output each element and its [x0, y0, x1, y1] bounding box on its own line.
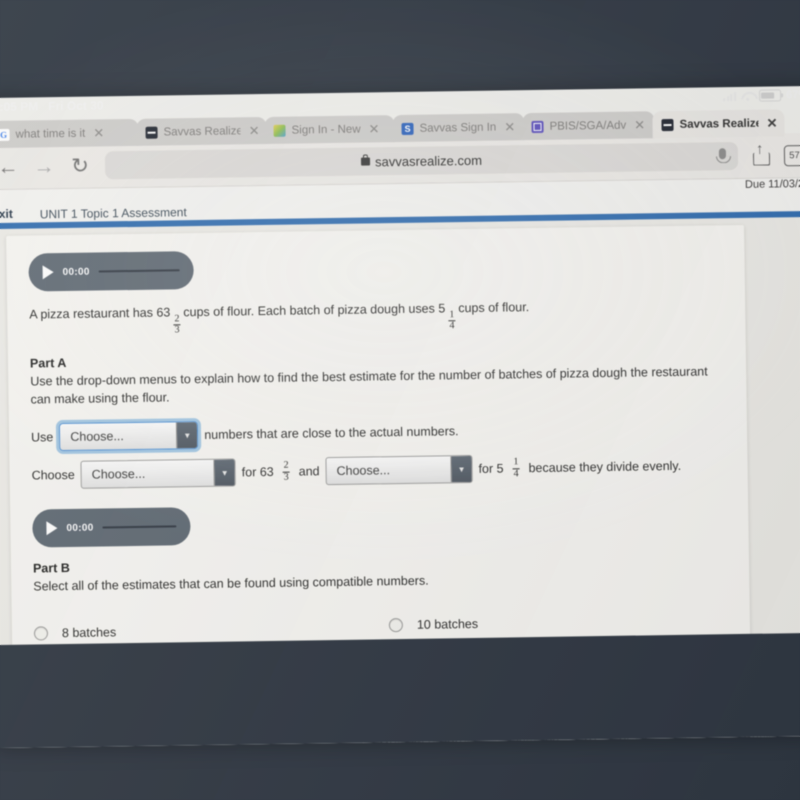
battery-icon	[758, 89, 782, 102]
question-card: 00:00 A pizza restaurant has 63 2 3 cups of…	[6, 224, 751, 684]
row2-prefix: Choose	[31, 467, 75, 483]
reload-icon[interactable]: ↻	[69, 154, 91, 177]
row2-mid-1: for 63	[241, 464, 274, 480]
close-icon[interactable]: ✕	[634, 117, 645, 133]
dropdown-value: Choose...	[70, 429, 124, 444]
fraction-numerator: 2	[283, 459, 289, 471]
fraction-numerator: 1	[449, 308, 455, 320]
row2-suffix: because they divide evenly.	[528, 458, 682, 476]
google-icon: G	[0, 128, 10, 141]
part-a-row-1: Use Choose... ▼ numbers that are close t…	[30, 413, 725, 452]
close-icon[interactable]: ✕	[93, 125, 104, 141]
browser-tab-label: PBIS/SGA/Adv	[549, 119, 627, 133]
savvas-signin-icon: S	[401, 122, 414, 135]
fraction-denominator: 4	[512, 467, 520, 480]
play-icon[interactable]	[46, 521, 58, 536]
fraction-numerator: 2	[174, 312, 180, 324]
dropdown-value: Choose...	[336, 463, 391, 478]
dropdown-compatible-number-2[interactable]: Choose... ▼	[325, 454, 473, 486]
audio-progress-track[interactable]	[102, 525, 177, 529]
fraction-two-thirds: 23	[282, 459, 290, 483]
stem-part-3: cups of flour.	[458, 300, 530, 316]
audio-time: 00:00	[62, 266, 90, 278]
device-bezel-bottom	[0, 632, 800, 749]
option-label: 10 batches	[416, 616, 479, 632]
browser-tab-label: Savvas Sign In	[419, 121, 497, 135]
close-icon[interactable]: ✕	[504, 119, 515, 135]
cellular-bars-icon	[723, 91, 737, 102]
savvas-icon	[145, 126, 158, 139]
fraction-denominator: 3	[282, 471, 290, 483]
dropdown-estimate-type[interactable]: Choose... ▼	[59, 421, 199, 452]
battery-percent: 67%	[785, 88, 800, 102]
stem-part-2: cups of flour. Each batch of pizza dough…	[183, 301, 446, 320]
browser-tab-label: Savvas Realize	[679, 117, 759, 131]
question-stem: A pizza restaurant has 63 2 3 cups of flour…	[29, 295, 723, 338]
close-icon[interactable]: ✕	[766, 115, 777, 131]
chevron-down-icon: ▼	[450, 455, 472, 483]
pbis-icon	[531, 120, 544, 133]
page-title: UNIT 1 Topic 1 Assessment	[39, 205, 187, 222]
fraction-one-fourth: 14	[512, 456, 520, 480]
address-bar[interactable]: savvasrealize.com	[104, 141, 739, 180]
wifi-icon	[741, 91, 754, 101]
fraction-numerator: 1	[513, 456, 519, 468]
stem-part-1: A pizza restaurant has 63	[29, 305, 171, 322]
forward-icon[interactable]: →	[33, 155, 55, 178]
savvas-icon	[661, 118, 674, 131]
share-icon[interactable]	[752, 146, 770, 166]
browser-tab-label: what time is it	[15, 127, 86, 141]
chevron-down-icon: ▼	[176, 422, 198, 449]
exit-button[interactable]: ‹ Exit	[0, 207, 13, 221]
tab-count-button[interactable]: 57	[783, 144, 800, 166]
dropdown-compatible-number-1[interactable]: Choose... ▼	[80, 458, 236, 489]
microphone-icon[interactable]	[718, 148, 727, 160]
signin-icon	[273, 124, 286, 137]
audio-progress-track[interactable]	[98, 269, 180, 273]
part-a-row-2: Choose Choose... ▼ for 63 2 3 and Choose..…	[31, 451, 725, 489]
fraction-denominator: 4	[448, 320, 456, 332]
photo-of-screen: 12:05 PM Fri Oct 30 67% G what time is i…	[0, 0, 800, 800]
fraction-two-thirds: 23	[173, 312, 181, 336]
option-label: 8 batches	[61, 625, 117, 640]
lock-icon	[360, 157, 371, 166]
status-date: Fri Oct 30	[48, 98, 104, 114]
close-icon[interactable]: ✕	[368, 121, 379, 137]
chevron-down-icon: ▼	[213, 459, 235, 486]
part-a-body: Use the drop-down menus to explain how t…	[30, 363, 708, 407]
audio-time: 00:00	[66, 522, 94, 534]
back-icon[interactable]: ←	[0, 155, 19, 178]
fraction-one-fourth: 14	[448, 308, 456, 332]
row2-mid-2: and	[298, 464, 320, 479]
row2-mid-3: for 5	[478, 461, 504, 476]
radio-icon[interactable]	[388, 617, 404, 632]
row1-suffix: numbers that are close to the actual num…	[204, 424, 459, 442]
status-bar-right: 67%	[723, 89, 800, 102]
fraction-denominator: 3	[173, 324, 181, 336]
audio-player-part-a[interactable]: 00:00	[28, 251, 194, 292]
dropdown-value: Choose...	[91, 466, 146, 482]
play-icon[interactable]	[42, 265, 54, 280]
close-icon[interactable]: ✕	[249, 123, 260, 139]
address-bar-url: savvasrealize.com	[374, 152, 483, 169]
radio-icon[interactable]	[33, 626, 49, 641]
browser-tab-label: Savvas Realize	[163, 124, 241, 139]
status-bar-left: 12:05 PM Fri Oct 30	[0, 98, 104, 114]
status-time: 12:05 PM	[0, 99, 39, 115]
due-date: Due 11/03/20 1	[744, 177, 800, 191]
audio-player-part-b[interactable]: 00:00	[32, 507, 191, 548]
exit-label: Exit	[0, 206, 13, 222]
row1-prefix: Use	[30, 430, 54, 445]
browser-tab-label: Sign In - New	[291, 123, 361, 137]
tablet-screen: 12:05 PM Fri Oct 30 67% G what time is i…	[0, 85, 800, 749]
